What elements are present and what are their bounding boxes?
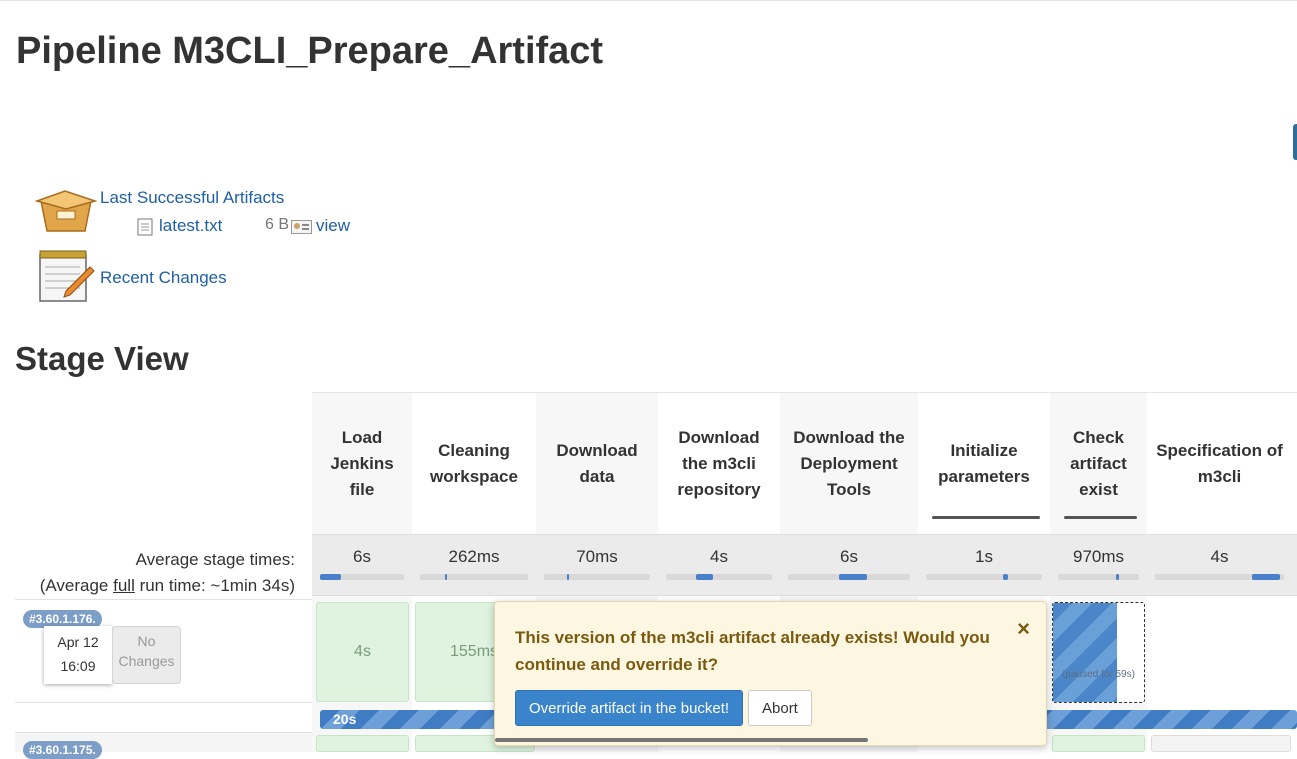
avg-time-bar [788, 574, 910, 580]
avg-time-bar-fill [1116, 574, 1119, 580]
package-icon [35, 190, 97, 232]
build-row-header: #3.60.1.176. Apr 12 16:09 No Changes [15, 599, 312, 703]
stage-view-title: Stage View [15, 340, 189, 377]
full-run-link[interactable]: full [113, 576, 135, 595]
recent-changes-link[interactable]: Recent Changes [100, 268, 227, 288]
avg-time-bar [320, 574, 404, 580]
build-badge[interactable]: #3.60.1.175. [23, 741, 102, 759]
avg-cell: 4s [1147, 535, 1292, 595]
avg-time-bar [420, 574, 528, 580]
notepad-icon [39, 250, 95, 302]
close-icon[interactable]: × [1017, 616, 1030, 642]
average-times-row: 6s 262ms 70ms 4s 6s 1s 970ms 4s [312, 534, 1297, 596]
last-successful-artifacts-link[interactable]: Last Successful Artifacts [100, 188, 284, 208]
stage-cell-paused[interactable]: (paused for 59s) [1052, 602, 1145, 703]
no-changes-badge: No Changes [112, 626, 181, 684]
view-artifact-link[interactable]: view [316, 216, 350, 236]
progress-label: 20s [333, 711, 357, 727]
avg-time: 1s [975, 547, 993, 566]
stage-cell-success[interactable] [1052, 735, 1145, 752]
override-artifact-button[interactable]: Override artifact in the bucket! [515, 690, 744, 726]
stage-header[interactable]: Specification of m3cli [1147, 393, 1292, 535]
avg-time: 262ms [448, 547, 500, 566]
avg-time: 6s [840, 547, 858, 566]
paused-label: (paused for 59s) [1062, 669, 1135, 680]
build-date: Apr 12 [57, 634, 99, 650]
avg-time-bar-fill [444, 574, 447, 580]
paused-progress [1053, 603, 1117, 702]
stage-header[interactable]: Cleaning workspace [412, 393, 536, 535]
popup-scrollbar[interactable] [495, 738, 868, 742]
stage-header-underline [932, 516, 1040, 519]
avg-cell: 70ms [536, 535, 658, 595]
stage-header[interactable]: Initialize parameters [918, 393, 1050, 535]
avg-time: 4s [710, 547, 728, 566]
avg-time-bar [544, 574, 650, 580]
input-required-popup: This version of the m3cli artifact alrea… [494, 601, 1047, 746]
file-size: 6 B [265, 216, 290, 233]
avg-time-bar-fill [320, 574, 341, 580]
stage-cell[interactable] [1151, 735, 1291, 752]
view-icon[interactable] [291, 220, 312, 234]
avg-time-bar [1058, 574, 1139, 580]
avg-time: 4s [1210, 547, 1229, 566]
build-row-header: #3.60.1.175. [15, 732, 312, 759]
stage-header[interactable]: Check artifact exist [1050, 393, 1147, 535]
file-icon [137, 218, 153, 236]
top-divider [0, 0, 1297, 1]
avg-time: 6s [353, 547, 371, 566]
avg-cell: 6s [780, 535, 918, 595]
abort-button[interactable]: Abort [748, 690, 812, 726]
stage-header[interactable]: Download the Deployment Tools [780, 393, 918, 535]
avg-time-bar-fill [1002, 574, 1009, 580]
stage-cell-success[interactable]: 4s [316, 602, 409, 702]
average-run-suffix: run time: ~1min 34s) [134, 576, 295, 595]
avg-cell: 1s [918, 535, 1050, 595]
artifact-file-link[interactable]: latest.txt [159, 216, 222, 236]
avg-time-bar [926, 574, 1042, 580]
build-time: 16:09 [60, 658, 96, 674]
avg-time-bar [1155, 574, 1284, 580]
stage-header[interactable]: Download data [536, 393, 658, 535]
avg-time: 70ms [576, 547, 618, 566]
stage-cell-success[interactable] [316, 735, 409, 752]
stage-header-underline [1064, 516, 1137, 519]
avg-time-bar-fill [839, 574, 868, 580]
average-run-prefix: (Average [39, 576, 114, 595]
avg-cell: 970ms [1050, 535, 1147, 595]
stage-header-label: Check artifact exist [1070, 428, 1127, 499]
avg-cell: 4s [658, 535, 780, 595]
stage-header-label: Initialize parameters [938, 441, 1030, 486]
average-times-label: Average stage times: (Average full run t… [40, 547, 295, 599]
avg-time-bar-fill [1251, 574, 1281, 580]
page-title: Pipeline M3CLI_Prepare_Artifact [16, 30, 604, 72]
popup-message: This version of the m3cli artifact alrea… [515, 628, 990, 674]
avg-time-bar [666, 574, 772, 580]
avg-cell: 6s [312, 535, 412, 595]
average-run-time-text: (Average full run time: ~1min 34s) [40, 573, 295, 599]
stage-header[interactable]: Download the m3cli repository [658, 393, 780, 535]
build-date-card: Apr 12 16:09 [44, 626, 112, 684]
avg-time: 970ms [1072, 547, 1125, 566]
stage-header[interactable]: Load Jenkins file [312, 393, 412, 535]
edge-button-fragment[interactable] [1293, 124, 1297, 160]
avg-time-bar-fill [695, 574, 713, 580]
avg-cell: 262ms [412, 535, 536, 595]
avg-time-bar-fill [567, 574, 570, 580]
average-stage-times-text: Average stage times: [135, 550, 295, 569]
